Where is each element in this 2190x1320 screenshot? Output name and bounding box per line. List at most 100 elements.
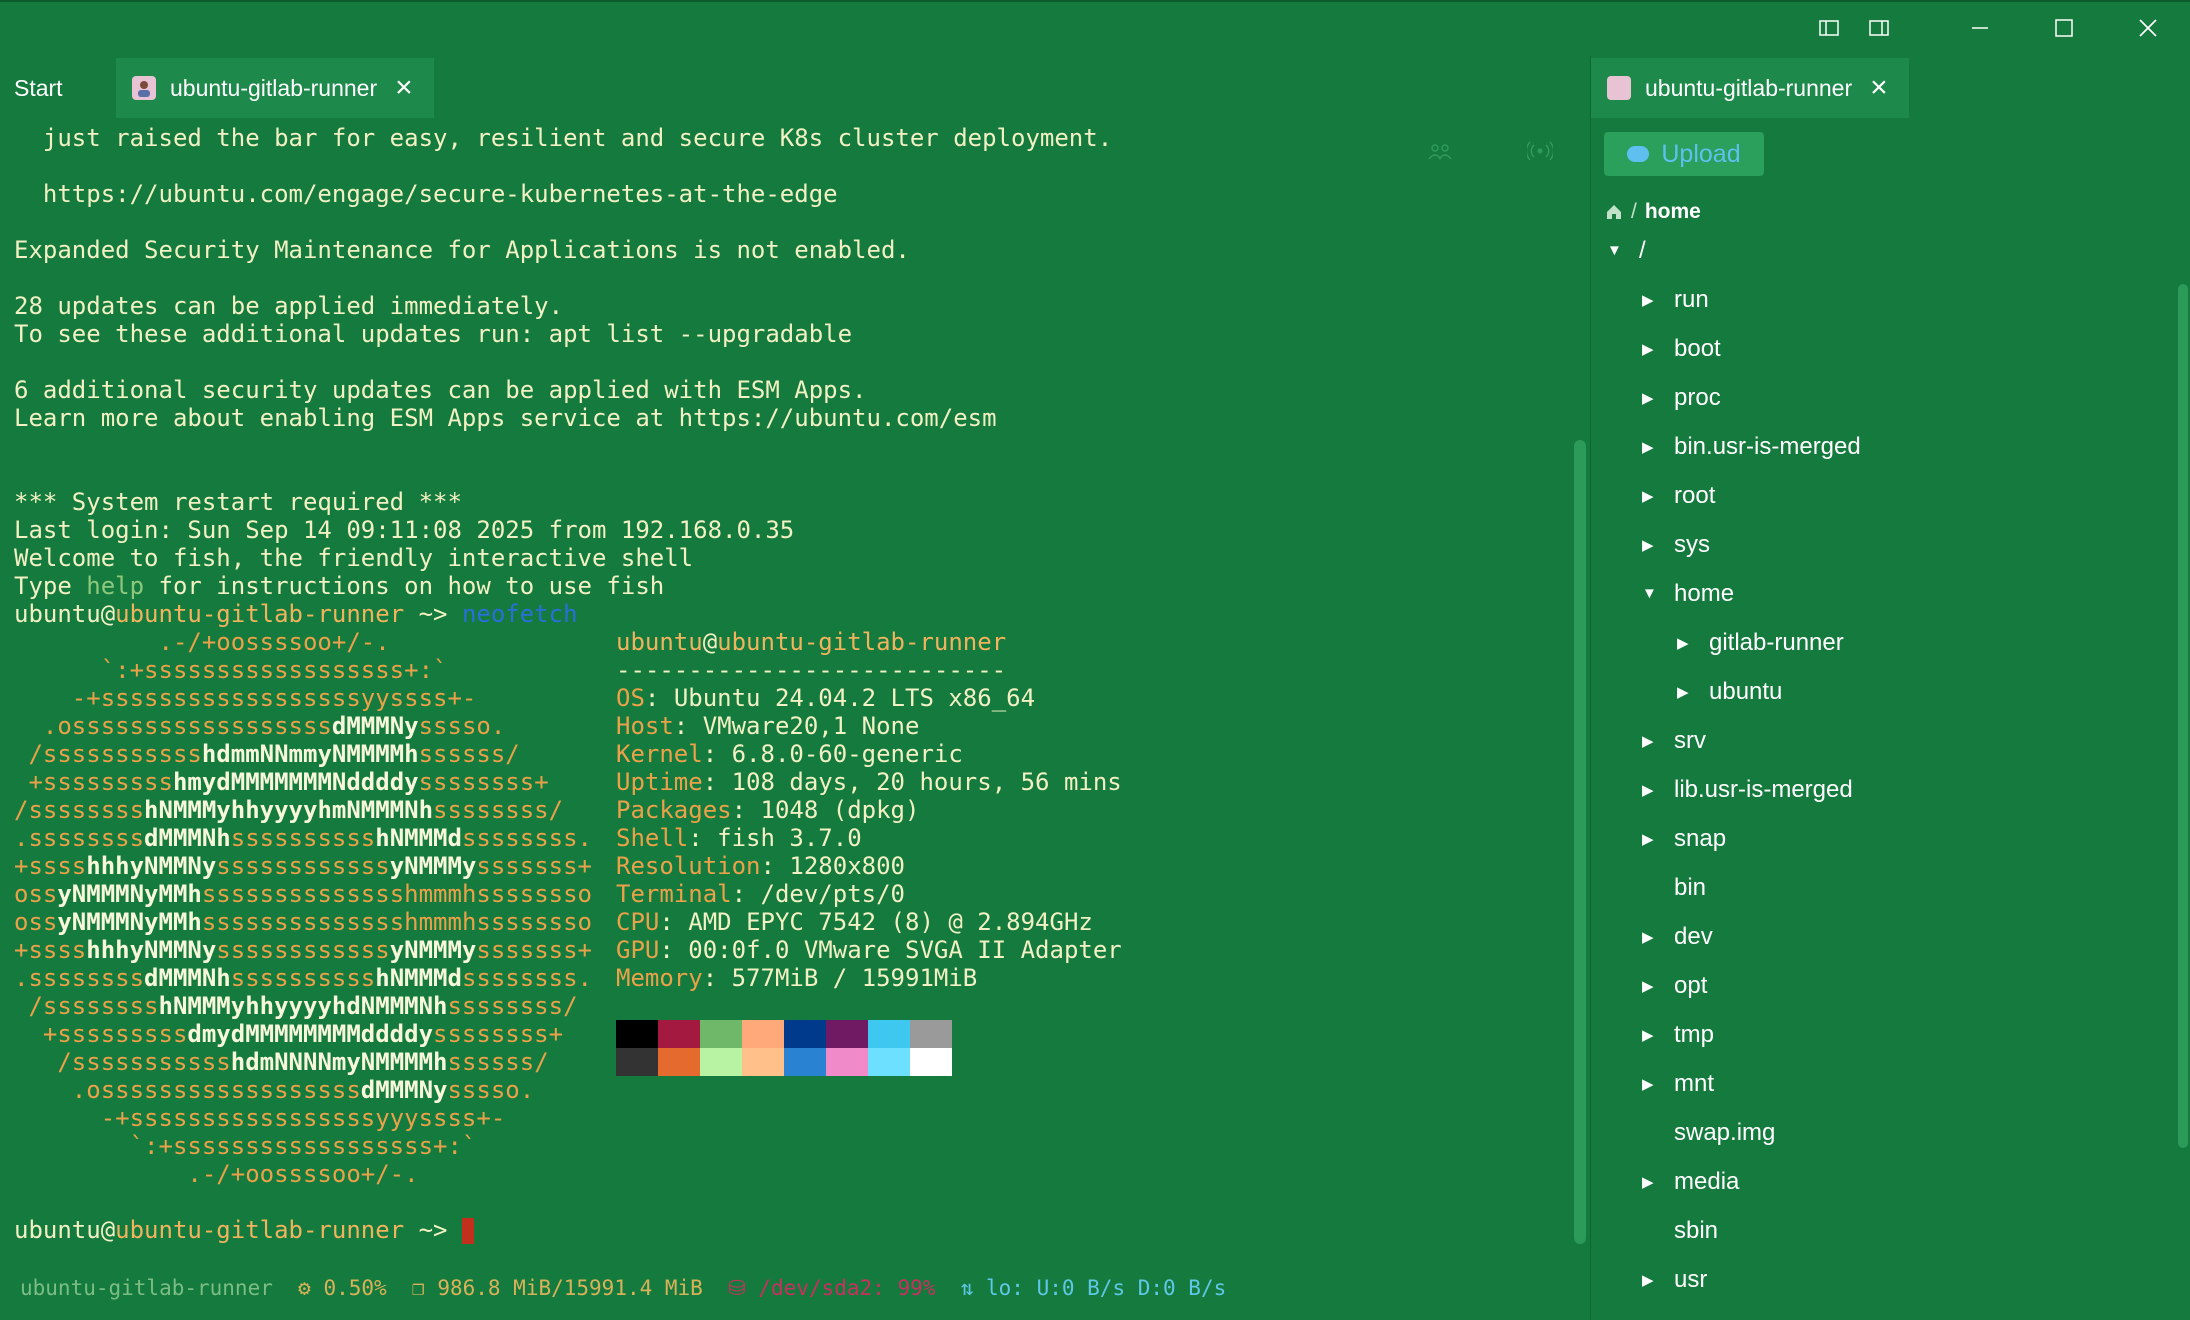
logo-line: .ssssssssdMMMNhsssssssssshNMMMdssssssss.: [14, 964, 592, 992]
tree-item[interactable]: ▶ run: [1642, 275, 1709, 324]
tree-item-label: proc: [1674, 383, 1721, 411]
tab-start[interactable]: Start: [0, 58, 114, 118]
prompt-line: ubuntu@ubuntu-gitlab-runner ~> neofetch: [14, 600, 578, 628]
breadcrumb: / home: [1605, 196, 1701, 228]
toggle-right-pane-icon[interactable]: [1854, 0, 1904, 56]
expand-caret-icon[interactable]: ▶: [1642, 781, 1674, 799]
maximize-button[interactable]: [2022, 0, 2106, 56]
cursor: [461, 1218, 474, 1244]
tree-item[interactable]: sbin: [1642, 1206, 1718, 1255]
logo-line: .-/+oossssoo+/-.: [14, 628, 390, 656]
close-tab-icon[interactable]: ×: [395, 73, 413, 103]
info-colon: :: [731, 796, 761, 824]
upload-label: Upload: [1661, 139, 1741, 168]
tab-ubuntu-gitlab-runner[interactable]: ubuntu-gitlab-runner ×: [116, 58, 434, 118]
tree-item[interactable]: ▶ boot: [1642, 324, 1721, 373]
expand-caret-icon[interactable]: ▶: [1642, 1173, 1674, 1191]
tree-item[interactable]: ▶ snap: [1642, 814, 1726, 863]
prompt-at: @: [100, 1216, 116, 1244]
expand-caret-icon[interactable]: ▶: [1642, 487, 1674, 505]
info-colon: :: [659, 908, 689, 936]
prompt-tail: ~>: [404, 1216, 462, 1244]
tree-item[interactable]: ▶ proc: [1642, 373, 1721, 422]
tree-item[interactable]: ▶ bin.usr-is-merged: [1642, 422, 1861, 471]
collapse-caret-icon[interactable]: ▼: [1607, 242, 1639, 259]
motd-line: Expanded Security Maintenance for Applic…: [14, 236, 910, 264]
tree-item[interactable]: ▶ lib.usr-is-merged: [1642, 765, 1853, 814]
color-swatch: [700, 1020, 742, 1048]
info-value: 1048 (dpkg): [760, 796, 920, 824]
prompt-user: ubuntu: [14, 600, 101, 628]
home-icon[interactable]: [1605, 203, 1623, 221]
info-label: Host: [616, 712, 674, 740]
expand-caret-icon[interactable]: ▶: [1642, 830, 1674, 848]
tree-item[interactable]: ▶ dev: [1642, 912, 1713, 961]
tree-item[interactable]: ▶ tmp: [1642, 1010, 1714, 1059]
expand-caret-icon[interactable]: ▶: [1642, 291, 1674, 309]
tree-item[interactable]: ▶ gitlab-runner: [1677, 618, 1844, 667]
expand-caret-icon[interactable]: ▶: [1642, 732, 1674, 750]
info-label: Terminal: [616, 880, 732, 908]
tree-item-label: ubuntu: [1709, 677, 1783, 705]
tree-item[interactable]: swap.img: [1642, 1108, 1775, 1157]
tree-item[interactable]: ▶ usr: [1642, 1255, 1707, 1304]
expand-caret-icon[interactable]: ▶: [1677, 634, 1709, 652]
expand-caret-icon[interactable]: ▶: [1642, 928, 1674, 946]
motd-line: *** System restart required ***: [14, 488, 462, 516]
tree-item[interactable]: ▶ ubuntu: [1677, 667, 1782, 716]
upload-button[interactable]: Upload: [1604, 132, 1764, 176]
logo-line: -+ssssssssssssssssssyyssss+-: [14, 684, 477, 712]
logo-line: .ossssssssssssssssssdMMMNysssso.: [14, 1076, 535, 1104]
expand-caret-icon[interactable]: ▶: [1642, 1026, 1674, 1044]
terminal-output[interactable]: just raised the bar for easy, resilient …: [14, 124, 1574, 1244]
side-tab[interactable]: ubuntu-gitlab-runner ×: [1591, 58, 1909, 118]
info-colon: :: [702, 768, 732, 796]
tree-item[interactable]: bin: [1642, 863, 1706, 912]
expand-caret-icon[interactable]: ▶: [1642, 536, 1674, 554]
logo-line: `:+ssssssssssssssssss+:`: [14, 1132, 477, 1160]
info-value: 6.8.0-60-generic: [731, 740, 963, 768]
close-side-tab-icon[interactable]: ×: [1870, 73, 1888, 103]
close-window-button[interactable]: [2106, 0, 2190, 56]
tree-item[interactable]: ▶ opt: [1642, 961, 1707, 1010]
tab-start-label: Start: [14, 74, 63, 101]
expand-caret-icon[interactable]: ▶: [1642, 1075, 1674, 1093]
motd-line: just raised the bar for easy, resilient …: [14, 124, 1113, 152]
tab-label: ubuntu-gitlab-runner: [170, 74, 378, 101]
expand-caret-icon[interactable]: ▶: [1642, 389, 1674, 407]
info-label: Shell: [616, 824, 689, 852]
active-prompt-line[interactable]: ubuntu@ubuntu-gitlab-runner ~>: [14, 1216, 474, 1244]
toggle-left-pane-icon[interactable]: [1804, 0, 1854, 56]
info-colon: :: [688, 824, 718, 852]
expand-caret-icon[interactable]: ▶: [1642, 1271, 1674, 1289]
logo-line: /sssssssshNMMMyhhyyyyhdNMMMNhssssssss/: [14, 992, 578, 1020]
expand-caret-icon[interactable]: ▶: [1677, 683, 1709, 701]
breadcrumb-separator: /: [1631, 200, 1637, 223]
info-value: VMware20,1 None: [702, 712, 920, 740]
terminal-scrollbar[interactable]: [1574, 440, 1586, 1244]
logo-line: .ossssssssssssssssssdMMMNysssso.: [14, 712, 506, 740]
info-line: Uptime: 108 days, 20 hours, 56 mins: [616, 768, 1122, 796]
sidebar-scrollbar[interactable]: [2178, 284, 2188, 1148]
file-browser-pane: ubuntu-gitlab-runner × Upload / home ▼ / ▶…: [1591, 56, 2190, 1320]
tree-item[interactable]: ▶ mnt: [1642, 1059, 1714, 1108]
tree-item[interactable]: ▶ sys: [1642, 520, 1710, 569]
logo-line: `:+ssssssssssssssssss+:`: [14, 656, 448, 684]
info-line: CPU: AMD EPYC 7542 (8) @ 2.894GHz: [616, 908, 1093, 936]
expand-caret-icon[interactable]: ▶: [1642, 340, 1674, 358]
info-colon: :: [659, 936, 689, 964]
tree-item[interactable]: ▶ media: [1642, 1157, 1739, 1206]
expand-caret-icon[interactable]: ▶: [1642, 977, 1674, 995]
tree-item[interactable]: ▶ srv: [1642, 716, 1706, 765]
minimize-button[interactable]: [1938, 0, 2022, 56]
collapse-caret-icon[interactable]: ▼: [1642, 585, 1674, 602]
tree-item[interactable]: ▼ /: [1607, 226, 1646, 275]
info-label: Resolution: [616, 852, 761, 880]
expand-caret-icon[interactable]: ▶: [1642, 438, 1674, 456]
tree-item[interactable]: ▼ home: [1642, 569, 1734, 618]
info-value: fish 3.7.0: [717, 824, 862, 852]
breadcrumb-current[interactable]: home: [1645, 200, 1701, 224]
tree-item[interactable]: ▶ root: [1642, 471, 1715, 520]
tree-item-label: tmp: [1674, 1020, 1715, 1048]
logo-line: +sssssssssdmydMMMMMMMMddddyssssssss+: [14, 1020, 564, 1048]
